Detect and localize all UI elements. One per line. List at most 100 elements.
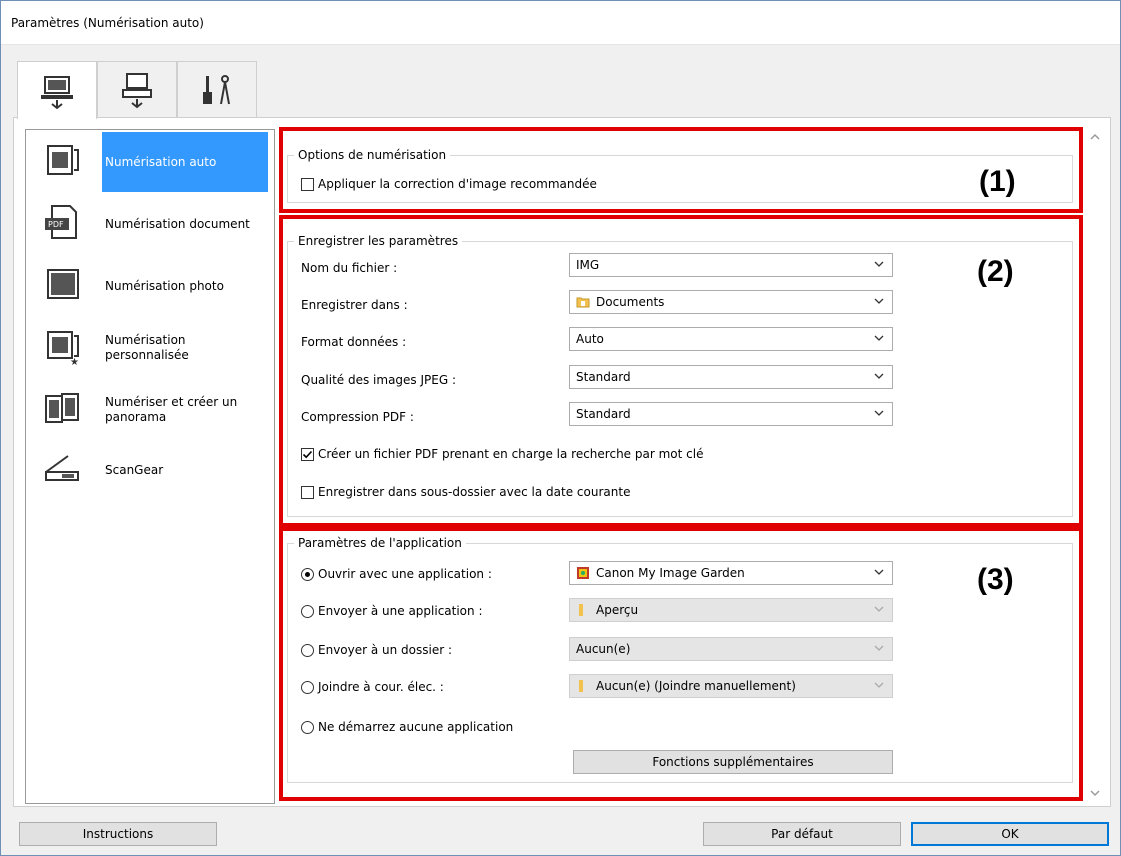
chevron-down-icon [874,410,884,416]
apply-correction-label: Appliquer la correction d'image recomman… [318,177,597,191]
chevron-down-icon [874,261,884,267]
ok-button[interactable]: OK [911,822,1109,846]
tab-scan-from-panel[interactable] [97,61,177,117]
chevron-down-icon [874,298,884,304]
radio-button[interactable] [301,567,314,581]
chevron-down-icon [874,682,884,688]
title-bar: Paramètres (Numérisation auto) [1,1,1120,45]
window-title: Paramètres (Numérisation auto) [11,16,204,30]
send-to-folder-radio[interactable]: Envoyer à un dossier : [301,643,452,657]
radio-button[interactable] [301,720,314,734]
no-app-label: Ne démarrez aucune application [318,720,514,734]
scanner-icon [122,72,152,108]
radio-button[interactable] [301,643,314,657]
defaults-button[interactable]: Par défaut [703,822,901,846]
svg-text:★: ★ [70,357,79,366]
instructions-button[interactable]: Instructions [19,822,217,846]
pdf-document-icon: PDF [45,205,77,239]
send-to-app-select[interactable]: Aperçu [569,598,893,622]
nav-item-panorama[interactable]: Numériser et créer un panorama [26,380,274,440]
open-with-app-label: Ouvrir avec une application : [318,567,492,581]
tools-icon [203,74,230,104]
nav-item-label: ScanGear [105,462,164,477]
custom-scan-icon: ★ [47,331,79,366]
save-settings-title: Enregistrer les paramètres [294,234,463,248]
tab-general-settings[interactable] [177,61,257,117]
save-in-select[interactable]: Documents [569,290,893,314]
computer-scan-icon [41,75,73,109]
checkbox-box[interactable] [301,447,314,461]
nav-item-custom-scan[interactable]: ★ Numérisation personnalisée [26,318,274,378]
nav-item-label: Numérisation personnalisée [105,333,189,362]
send-to-app-label: Envoyer à une application : [318,604,483,618]
nav-item-label: Numériser et créer un panorama [105,395,238,424]
chevron-down-icon [874,569,884,575]
no-app-radio[interactable]: Ne démarrez aucune application [301,720,513,734]
folder-icon [579,604,583,616]
more-functions-button[interactable]: Fonctions supplémentaires [573,750,893,774]
folder-icon [579,680,583,692]
pdf-compression-select[interactable]: Standard [569,402,893,426]
radio-button[interactable] [301,680,314,694]
marker-2: (2) [977,255,1014,288]
scroll-down-icon[interactable] [1089,787,1101,799]
send-to-folder-value: Aucun(e) [576,642,631,656]
data-format-value: Auto [576,332,604,346]
tab-scan-from-computer[interactable] [17,61,97,119]
documents-folder-icon [576,297,590,308]
chevron-down-icon [874,645,884,651]
attach-email-select[interactable]: Aucun(e) (Joindre manuellement) [569,674,893,698]
chevron-down-icon [874,373,884,379]
checkbox-box[interactable] [301,485,314,499]
scan-options-title: Options de numérisation [294,148,451,162]
checkbox-box[interactable] [301,177,314,191]
send-to-folder-select[interactable]: Aucun(e) [569,637,893,661]
app-settings-title: Paramètres de l'application [294,536,466,550]
send-to-folder-label: Envoyer à un dossier : [318,643,453,657]
subfolder-date-label: Enregistrer dans sous-dossier avec la da… [318,485,631,499]
file-name-label: Nom du fichier : [301,261,398,275]
svg-text:PDF: PDF [48,220,64,229]
jpeg-quality-select[interactable]: Standard [569,365,893,389]
send-to-app-value: Aperçu [596,603,639,617]
panorama-icon [45,393,79,423]
scangear-icon [45,455,79,481]
save-in-label: Enregistrer dans : [301,298,408,312]
nav-item-label: Numérisation document [105,216,250,231]
keyword-pdf-checkbox[interactable]: Créer un fichier PDF prenant en charge l… [301,447,703,461]
jpeg-quality-label: Qualité des images JPEG : [301,373,456,387]
nav-item-photo-scan[interactable]: Numérisation photo [26,256,274,316]
pdf-compression-label: Compression PDF : [301,410,414,424]
data-format-label: Format données : [301,335,407,349]
marker-1: (1) [979,165,1016,198]
scan-type-list: Numérisation auto PDF Numérisation docum… [25,129,275,804]
nav-item-document-scan[interactable]: PDF Numérisation document [26,194,274,254]
open-with-app-radio[interactable]: Ouvrir avec une application : [301,567,492,581]
jpeg-quality-value: Standard [576,370,631,384]
pdf-compression-value: Standard [576,407,631,421]
data-format-select[interactable]: Auto [569,327,893,351]
nav-item-label: Numérisation photo [105,278,224,293]
attach-email-radio[interactable]: Joindre à cour. élec. : [301,680,444,694]
my-image-garden-icon [577,567,589,579]
nav-item-label: Numérisation auto [102,132,268,192]
apply-correction-checkbox[interactable]: Appliquer la correction d'image recomman… [301,177,597,191]
marker-3: (3) [977,563,1014,596]
nav-item-auto-scan[interactable]: Numérisation auto [26,132,274,192]
radio-button[interactable] [301,604,314,618]
file-name-value: IMG [576,258,600,272]
attach-email-value: Aucun(e) (Joindre manuellement) [596,679,796,693]
subfolder-date-checkbox[interactable]: Enregistrer dans sous-dossier avec la da… [301,485,630,499]
open-with-app-value: Canon My Image Garden [596,566,745,580]
attach-email-label: Joindre à cour. élec. : [318,680,444,694]
settings-window: Paramètres (Numérisation auto) Numérisat… [0,0,1121,856]
keyword-pdf-label: Créer un fichier PDF prenant en charge l… [318,447,704,461]
file-name-combo[interactable]: IMG [569,253,893,277]
send-to-app-radio[interactable]: Envoyer à une application : [301,604,483,618]
open-with-app-select[interactable]: Canon My Image Garden [569,561,893,585]
checkmark-icon [302,450,313,458]
scroll-up-icon[interactable] [1089,131,1101,143]
chevron-down-icon [874,335,884,341]
chevron-down-icon [874,606,884,612]
nav-item-scangear[interactable]: ScanGear [26,440,274,500]
